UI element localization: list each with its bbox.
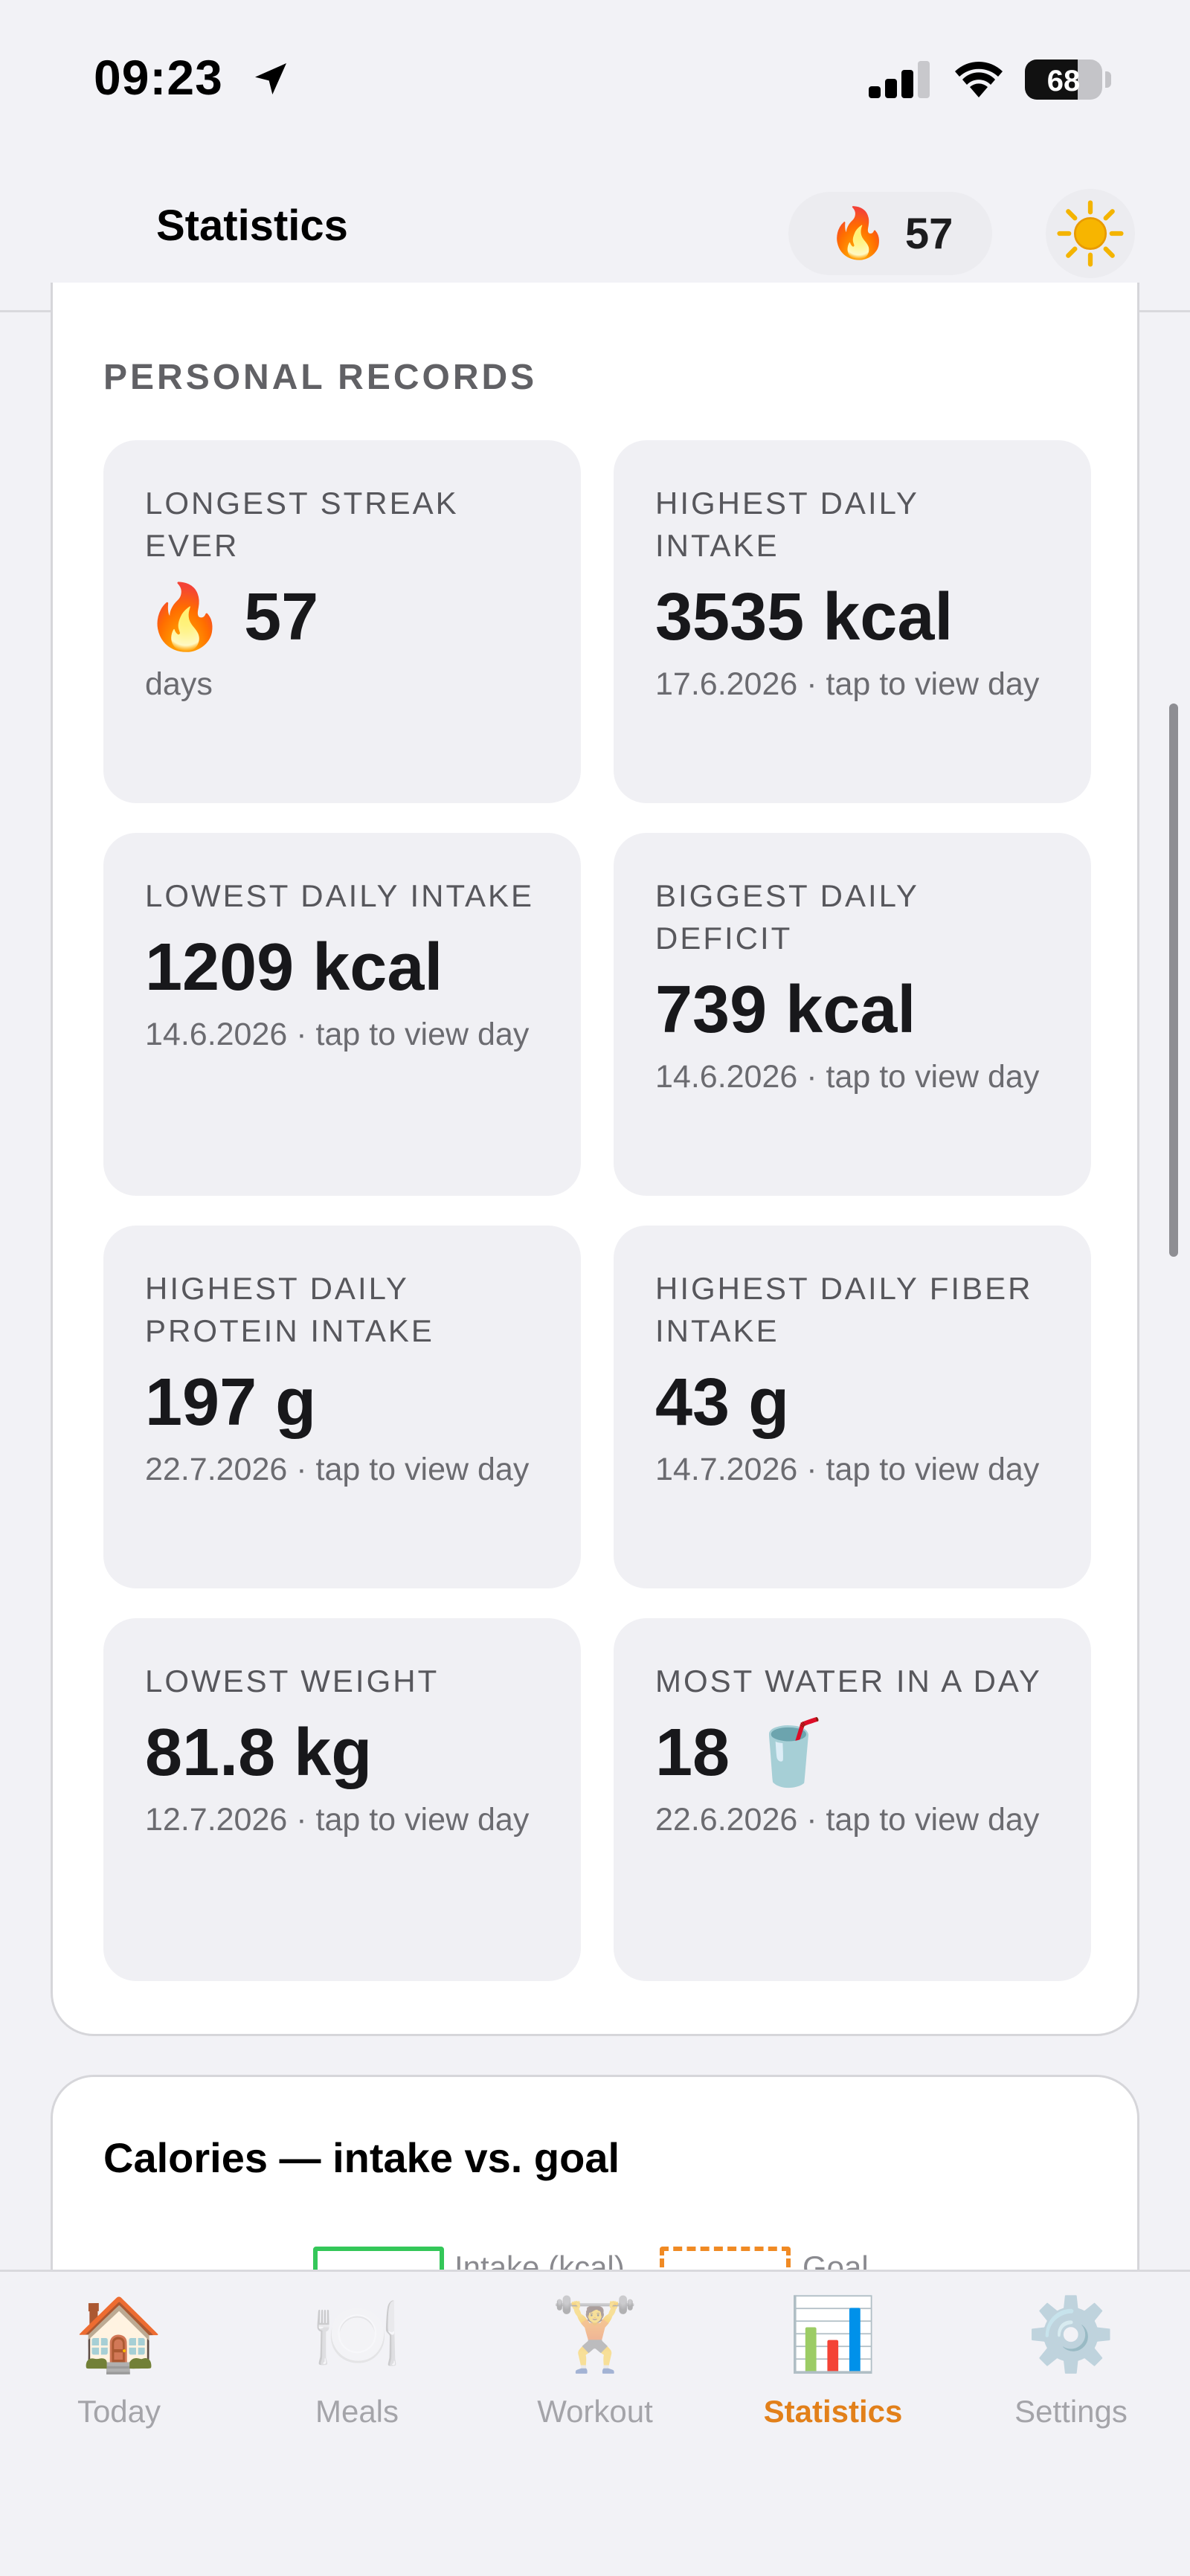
- tab-meals[interactable]: 🍽️ Meals: [245, 2294, 469, 2465]
- theme-toggle-button[interactable]: [1046, 189, 1135, 278]
- record-sub: 22.7.2026 · tap to view day: [145, 1452, 530, 1487]
- tab-label: Settings: [1014, 2394, 1128, 2429]
- tab-label: Statistics: [763, 2394, 903, 2429]
- record-label: BIGGEST DAILY DEFICIT: [655, 878, 919, 956]
- tab-bar: 🏠 Today 🍽️ Meals 🏋️ Workout 📊 Statistics…: [0, 2270, 1190, 2576]
- record-tile-highest-fiber[interactable]: HIGHEST DAILY FIBER INTAKE 43 g 14.7.202…: [614, 1226, 1091, 1588]
- record-label: HIGHEST DAILY PROTEIN INTAKE: [145, 1271, 434, 1348]
- cellular-signal-icon: [869, 61, 931, 98]
- flame-icon: 🔥: [145, 582, 225, 653]
- personal-records-card: PERSONAL RECORDS LONGEST STREAK EVER 🔥 5…: [51, 283, 1139, 2036]
- record-value-number: 57: [244, 580, 319, 654]
- house-icon: 🏠: [74, 2295, 164, 2374]
- record-value: 1209 kcal: [145, 930, 443, 1005]
- record-sub: 14.7.2026 · tap to view day: [655, 1452, 1040, 1487]
- bar-chart-icon: 📊: [788, 2295, 878, 2374]
- record-label: HIGHEST DAILY INTAKE: [655, 486, 919, 563]
- record-label: HIGHEST DAILY FIBER INTAKE: [655, 1271, 1033, 1348]
- record-value: 197 g: [145, 1365, 317, 1440]
- tab-statistics[interactable]: 📊 Statistics: [721, 2294, 945, 2465]
- gear-icon: ⚙️: [1026, 2295, 1116, 2374]
- plate-cutlery-icon: 🍽️: [312, 2295, 402, 2374]
- cup-icon: 🥤: [749, 1717, 829, 1788]
- record-value: 3535 kcal: [655, 580, 953, 654]
- record-value: 81.8 kg: [145, 1716, 373, 1790]
- record-label: MOST WATER IN A DAY: [655, 1664, 1042, 1698]
- record-sub: 22.6.2026 · tap to view day: [655, 1802, 1040, 1838]
- record-label: LOWEST DAILY INTAKE: [145, 878, 535, 913]
- tab-workout[interactable]: 🏋️ Workout: [483, 2294, 707, 2465]
- record-tile-biggest-deficit[interactable]: BIGGEST DAILY DEFICIT 739 kcal 14.6.2026…: [614, 833, 1091, 1196]
- scroll-indicator[interactable]: [1169, 703, 1178, 1257]
- tab-label: Workout: [537, 2394, 653, 2429]
- record-label: LOWEST WEIGHT: [145, 1664, 440, 1698]
- record-value-number: 18: [655, 1716, 730, 1790]
- record-value: 739 kcal: [655, 973, 916, 1047]
- location-arrow-icon: [255, 63, 286, 94]
- record-value: 🔥 57: [145, 580, 539, 654]
- flame-icon: 🔥: [827, 205, 889, 260]
- battery-percentage: 68: [1046, 65, 1081, 97]
- record-tile-most-water[interactable]: MOST WATER IN A DAY 18 🥤 22.6.2026 · tap…: [614, 1618, 1091, 1981]
- battery-cap: [1105, 71, 1111, 88]
- page-title: Statistics: [156, 202, 348, 250]
- calories-chart-title: Calories — intake vs. goal: [103, 2134, 620, 2181]
- tab-settings[interactable]: ⚙️ Settings: [959, 2294, 1183, 2465]
- record-tile-highest-intake[interactable]: HIGHEST DAILY INTAKE 3535 kcal 17.6.2026…: [614, 440, 1091, 803]
- streak-badge[interactable]: 🔥 57: [788, 192, 992, 275]
- wifi-icon: [955, 62, 1003, 97]
- tab-today[interactable]: 🏠 Today: [7, 2294, 231, 2465]
- record-sub: 14.6.2026 · tap to view day: [145, 1017, 530, 1052]
- weightlifter-icon: 🏋️: [550, 2295, 640, 2374]
- record-sub: days: [145, 666, 213, 702]
- record-value: 43 g: [655, 1365, 790, 1440]
- battery-icon: 68: [1025, 59, 1102, 100]
- status-time: 09:23: [94, 50, 223, 105]
- record-sub: 17.6.2026 · tap to view day: [655, 666, 1040, 702]
- sun-icon: [1057, 200, 1124, 267]
- records-heading: PERSONAL RECORDS: [103, 358, 538, 397]
- tab-label: Meals: [315, 2394, 399, 2429]
- record-tile-longest-streak: LONGEST STREAK EVER 🔥 57 days: [103, 440, 581, 803]
- tab-label: Today: [77, 2394, 161, 2429]
- streak-count: 57: [904, 209, 953, 258]
- record-tile-highest-protein[interactable]: HIGHEST DAILY PROTEIN INTAKE 197 g 22.7.…: [103, 1226, 581, 1588]
- record-value: 18 🥤: [655, 1716, 1049, 1790]
- record-tile-lowest-intake[interactable]: LOWEST DAILY INTAKE 1209 kcal 14.6.2026 …: [103, 833, 581, 1196]
- record-sub: 12.7.2026 · tap to view day: [145, 1802, 530, 1838]
- record-tile-lowest-weight[interactable]: LOWEST WEIGHT 81.8 kg 12.7.2026 · tap to…: [103, 1618, 581, 1981]
- record-sub: 14.6.2026 · tap to view day: [655, 1059, 1040, 1095]
- status-bar: 09:23 68: [0, 0, 1190, 149]
- record-label: LONGEST STREAK EVER: [145, 486, 459, 563]
